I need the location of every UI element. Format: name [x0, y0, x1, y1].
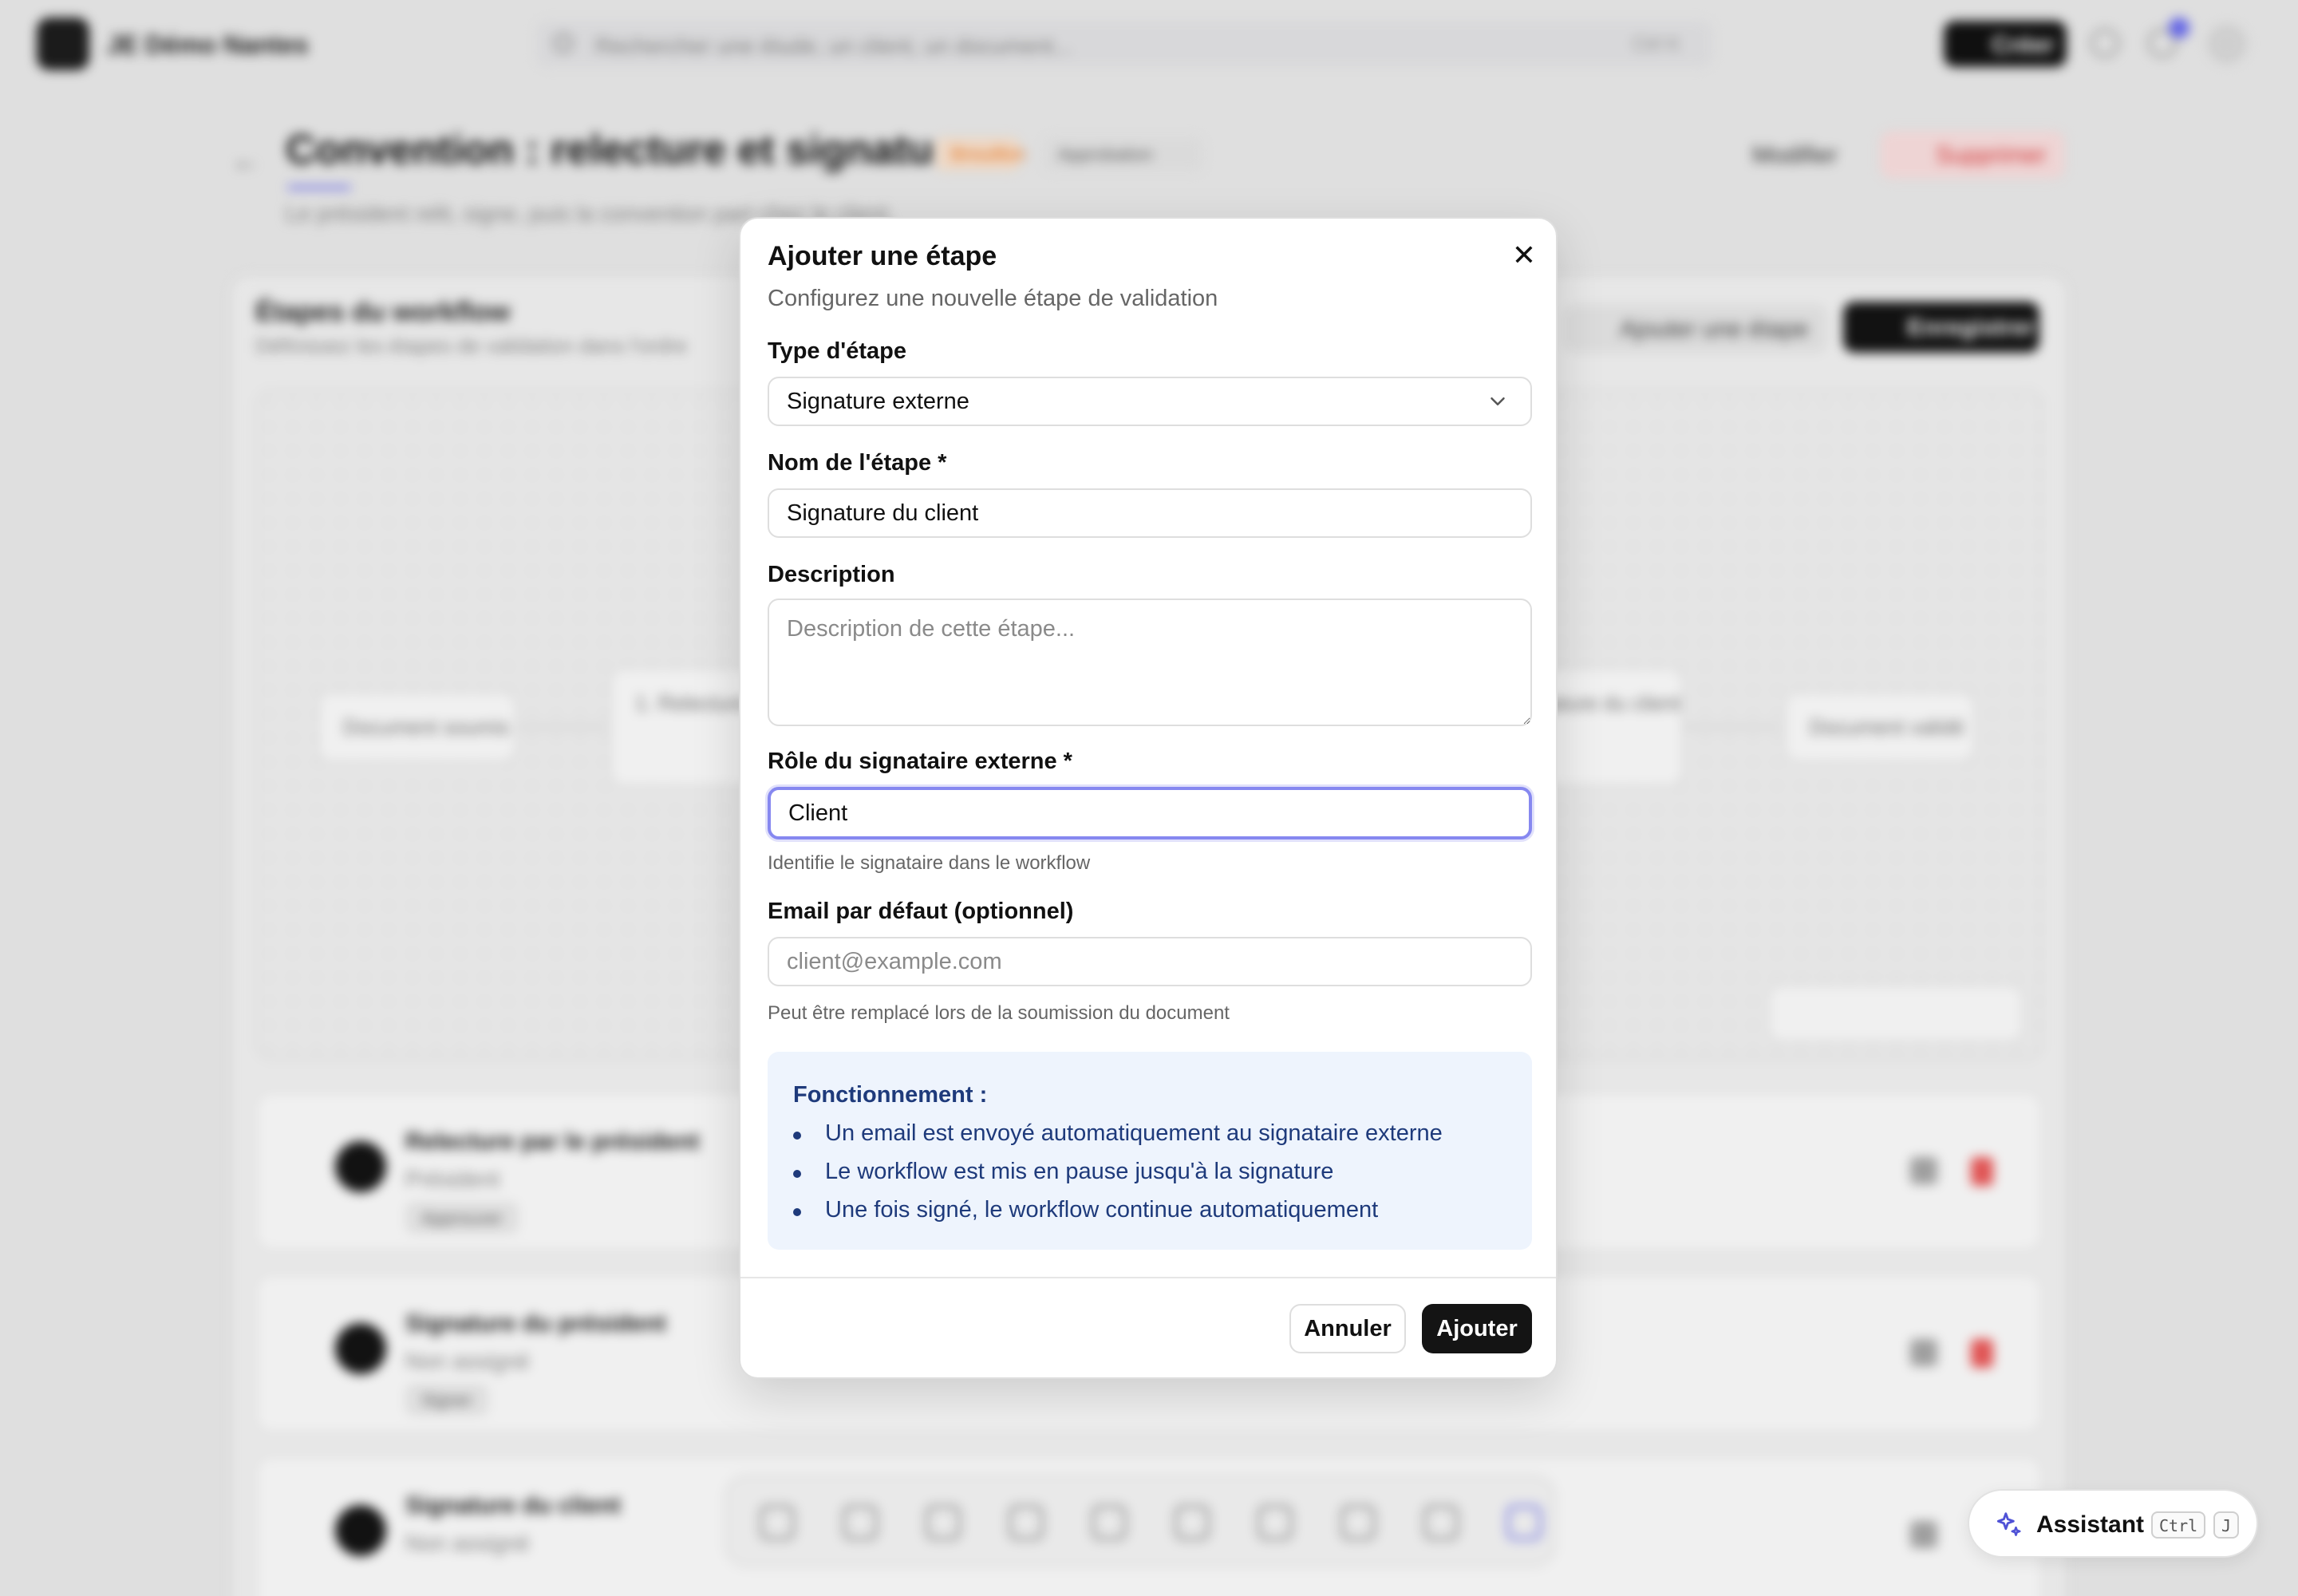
step-type-label: Type d'étape [768, 338, 906, 364]
info-title: Fonctionnement : [793, 1082, 988, 1108]
dialog-description: Configurez une nouvelle étape de validat… [768, 286, 1218, 311]
cancel-button[interactable]: Annuler [1289, 1304, 1406, 1353]
default-email-input[interactable] [768, 937, 1532, 986]
info-item: Le workflow est mis en pause jusqu'à la … [825, 1159, 1334, 1184]
info-box: Fonctionnement : Un email est envoyé aut… [768, 1052, 1532, 1250]
step-type-value: Signature externe [787, 389, 969, 414]
default-email-label: Email par défaut (optionnel) [768, 899, 1074, 924]
description-textarea[interactable] [768, 598, 1532, 726]
add-button[interactable]: Ajouter [1422, 1304, 1532, 1353]
step-type-select[interactable]: Signature externe [768, 377, 1532, 426]
info-item: Un email est envoyé automatiquement au s… [825, 1120, 1443, 1146]
bullet-icon [793, 1132, 801, 1140]
assistant-button[interactable]: Assistant Ctrl J [1968, 1489, 2258, 1558]
assistant-label: Assistant [2036, 1511, 2145, 1538]
kbd-ctrl: Ctrl [2151, 1511, 2206, 1539]
footer-divider [740, 1277, 1556, 1278]
add-step-dialog: Ajouter une étape ✕ Configurez une nouve… [739, 217, 1558, 1379]
dialog-title: Ajouter une étape [768, 241, 997, 271]
description-label: Description [768, 562, 895, 587]
bullet-icon [793, 1208, 801, 1216]
bullet-icon [793, 1170, 801, 1178]
info-item: Une fois signé, le workflow continue aut… [825, 1197, 1379, 1223]
sparkles-icon [1996, 1512, 2021, 1536]
signer-role-label: Rôle du signataire externe * [768, 749, 1072, 774]
kbd-j: J [2213, 1511, 2240, 1539]
signer-role-hint: Identifie le signataire dans le workflow [768, 852, 1091, 874]
step-name-label: Nom de l'étape * [768, 450, 947, 476]
default-email-hint: Peut être remplacé lors de la soumission… [768, 1002, 1230, 1024]
chevron-down-icon [1491, 397, 1505, 405]
signer-role-input[interactable] [768, 787, 1532, 839]
step-name-input[interactable] [768, 488, 1532, 538]
close-icon[interactable]: ✕ [1506, 238, 1542, 273]
